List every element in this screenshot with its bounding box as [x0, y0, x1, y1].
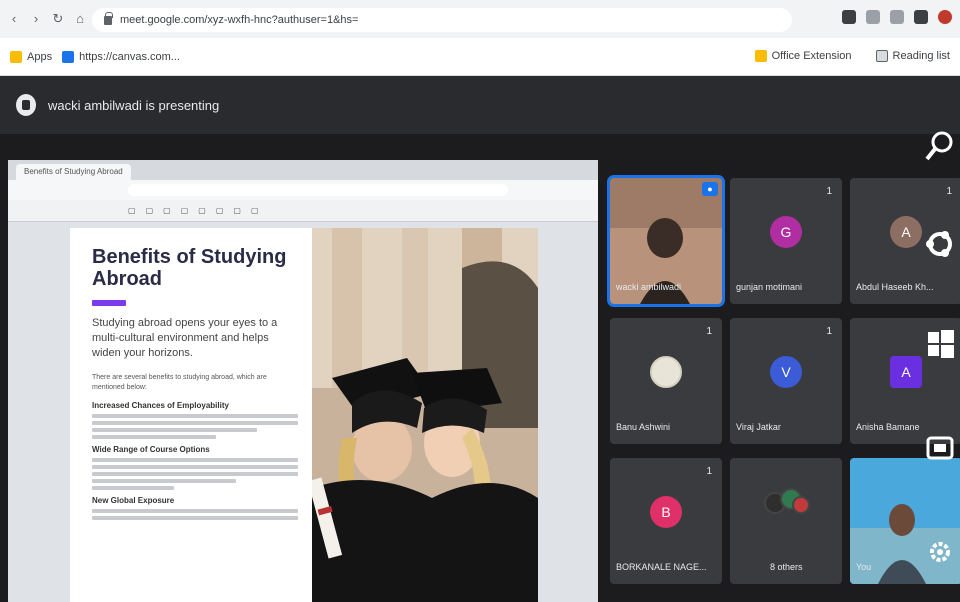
- profile-avatar[interactable]: [938, 10, 952, 24]
- bookmark-apps[interactable]: Apps: [10, 50, 53, 63]
- participant-name: Banu Ashwini: [616, 422, 671, 432]
- present-screen-icon[interactable]: [924, 430, 956, 466]
- shared-document: Benefits of Studying Abroad Studying abr…: [8, 222, 598, 602]
- apps-icon: [10, 50, 22, 63]
- windows-icon[interactable]: [924, 326, 956, 362]
- settings-icon[interactable]: [924, 534, 956, 570]
- avatar: A: [890, 356, 922, 388]
- participant-tile[interactable]: 1 V Viraj Jatkar: [730, 318, 842, 444]
- participant-tile[interactable]: ● wacki ambilwadi: [607, 175, 725, 307]
- reading-list[interactable]: Reading list: [875, 50, 950, 62]
- bookmark-label: Apps: [27, 50, 53, 63]
- pin-icon[interactable]: ●: [702, 182, 718, 196]
- avatar: V: [770, 356, 802, 388]
- section-heading: Wide Range of Course Options: [92, 445, 210, 454]
- participant-name: gunjan motimani: [736, 282, 803, 292]
- shared-toolbar: ▢ ▢ ▢ ▢ ▢ ▢ ▢ ▢: [8, 200, 598, 222]
- bookmark-label: https://canvas.com...: [79, 50, 180, 63]
- document-intro: There are several benefits to studying a…: [92, 374, 267, 391]
- office-icon: [754, 50, 767, 62]
- back-icon[interactable]: ‹: [6, 11, 22, 27]
- banner-text: wacki ambilwadi is presenting: [48, 97, 220, 113]
- home-icon[interactable]: ⌂: [72, 11, 88, 27]
- participant-name: 8 others: [770, 562, 803, 572]
- document-lead: Studying abroad opens your eyes to a mul…: [92, 317, 278, 359]
- lock-icon: [104, 11, 113, 25]
- others-avatar: [792, 496, 810, 514]
- present-icon: [16, 94, 36, 116]
- mic-indicator: 1: [706, 326, 712, 337]
- cast-icon[interactable]: [842, 10, 856, 24]
- avatar: [650, 356, 682, 388]
- address-bar[interactable]: meet.google.com/xyz-wxfh-hnc?authuser=1&…: [92, 8, 792, 32]
- graduates-photo: [312, 228, 538, 602]
- mic-indicator: 1: [946, 186, 952, 197]
- bookmark-favicon: [62, 50, 75, 63]
- document-page: Benefits of Studying Abroad Studying abr…: [70, 228, 538, 602]
- forward-icon[interactable]: ›: [28, 11, 44, 27]
- shared-address-bar: [8, 180, 598, 200]
- bookmark-label: Reading list: [892, 50, 950, 62]
- reading-list-icon: [875, 50, 888, 62]
- participant-tile[interactable]: 1 B BORKANALE NAGE...: [610, 458, 722, 584]
- bookmark-label: Office Extension: [771, 50, 852, 62]
- participant-name: BORKANALE NAGE...: [616, 562, 707, 572]
- participant-name: wacki ambilwadi: [616, 282, 682, 292]
- mic-indicator: 1: [706, 466, 712, 477]
- star-icon[interactable]: [890, 10, 904, 24]
- meeting-area: wacki ambilwadi is presenting Benefits o…: [0, 76, 960, 602]
- mic-indicator: 1: [826, 186, 832, 197]
- url-text: meet.google.com/xyz-wxfh-hnc?authuser=1&…: [120, 14, 359, 26]
- participant-name: Abdul Haseeb Kh...: [856, 282, 934, 292]
- participant-name: Viraj Jatkar: [736, 422, 781, 432]
- mic-indicator: 1: [826, 326, 832, 337]
- avatar: B: [650, 496, 682, 528]
- shared-tab: Benefits of Studying Abroad: [16, 164, 131, 180]
- presenting-banner: wacki ambilwadi is presenting: [0, 76, 960, 134]
- extensions: [842, 10, 952, 24]
- reload-icon[interactable]: ↻: [50, 11, 66, 27]
- browser-toolbar: ‹ › ↻ ⌂ meet.google.com/xyz-wxfh-hnc?aut…: [0, 0, 960, 38]
- others-tile[interactable]: 8 others: [730, 458, 842, 584]
- shared-tab-bar: Benefits of Studying Abroad: [8, 160, 598, 180]
- section-heading: Increased Chances of Employability: [92, 401, 229, 410]
- avatar: G: [770, 216, 802, 248]
- bookmarks-bar: Apps https://canvas.com... Office Extens…: [0, 38, 960, 76]
- extension-icon[interactable]: [866, 10, 880, 24]
- title-accent: [92, 300, 126, 306]
- search-icon[interactable]: [924, 128, 956, 164]
- section-heading: New Global Exposure: [92, 496, 175, 505]
- participant-tile[interactable]: 1 Banu Ashwini: [610, 318, 722, 444]
- bookmark-canvas[interactable]: https://canvas.com...: [62, 50, 180, 63]
- puzzle-icon[interactable]: [914, 10, 928, 24]
- document-title: Benefits of Studying Abroad: [92, 246, 287, 290]
- ubuntu-icon[interactable]: [924, 226, 956, 262]
- shared-screen: Benefits of Studying Abroad ▢ ▢ ▢ ▢ ▢ ▢ ▢ ▢ Ben…: [8, 160, 598, 602]
- avatar: A: [890, 216, 922, 248]
- participant-tile[interactable]: 1 G gunjan motimani: [730, 178, 842, 304]
- bookmark-office-extension[interactable]: Office Extension: [754, 50, 852, 62]
